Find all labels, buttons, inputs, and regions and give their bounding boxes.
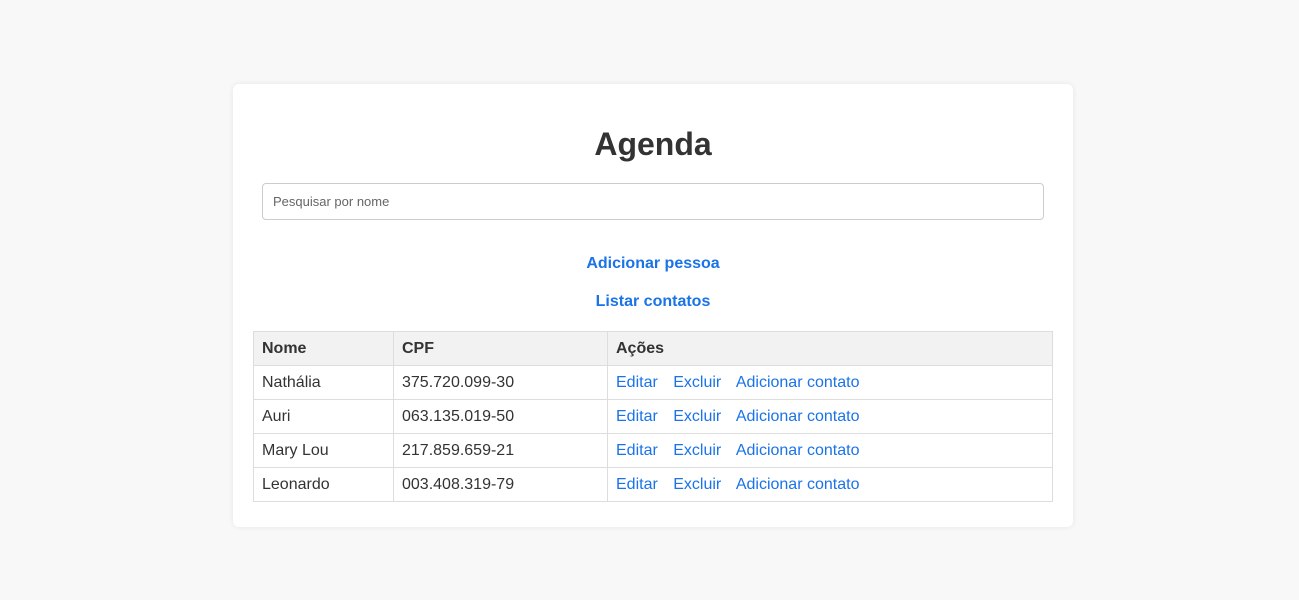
cell-actions: Editar Excluir Adicionar contato — [607, 467, 1053, 502]
people-table: Nome CPF Ações Nathália 375.720.099-30 E… — [253, 331, 1053, 502]
cell-actions: Editar Excluir Adicionar contato — [607, 365, 1053, 400]
cell-nome: Nathália — [253, 365, 394, 400]
search-input[interactable] — [262, 183, 1044, 220]
cell-actions: Editar Excluir Adicionar contato — [607, 399, 1053, 434]
cell-cpf: 063.135.019-50 — [393, 399, 608, 434]
add-person-link-wrapper: Adicionar pessoa — [233, 254, 1073, 274]
delete-link[interactable]: Excluir — [673, 408, 721, 425]
list-contacts-link[interactable]: Listar contatos — [596, 293, 711, 310]
add-contact-link[interactable]: Adicionar contato — [736, 408, 860, 425]
cell-nome: Leonardo — [253, 467, 394, 502]
header-acoes: Ações — [607, 331, 1053, 366]
table-row: Auri 063.135.019-50 Editar Excluir Adici… — [253, 399, 1053, 434]
cell-cpf: 375.720.099-30 — [393, 365, 608, 400]
table-row: Mary Lou 217.859.659-21 Editar Excluir A… — [253, 433, 1053, 468]
cell-actions: Editar Excluir Adicionar contato — [607, 433, 1053, 468]
delete-link[interactable]: Excluir — [673, 374, 721, 391]
cell-cpf: 217.859.659-21 — [393, 433, 608, 468]
delete-link[interactable]: Excluir — [673, 476, 721, 493]
page-title: Agenda — [594, 126, 712, 162]
add-contact-link[interactable]: Adicionar contato — [736, 374, 860, 391]
list-contacts-link-wrapper: Listar contatos — [233, 292, 1073, 312]
add-contact-link[interactable]: Adicionar contato — [736, 442, 860, 459]
cell-cpf: 003.408.319-79 — [393, 467, 608, 502]
add-contact-link[interactable]: Adicionar contato — [736, 476, 860, 493]
agenda-card: Agenda Adicionar pessoa Listar contatos … — [233, 84, 1073, 527]
header-cpf: CPF — [393, 331, 608, 366]
edit-link[interactable]: Editar — [616, 408, 658, 425]
edit-link[interactable]: Editar — [616, 374, 658, 391]
cell-nome: Mary Lou — [253, 433, 394, 468]
add-person-link[interactable]: Adicionar pessoa — [586, 255, 719, 272]
edit-link[interactable]: Editar — [616, 476, 658, 493]
edit-link[interactable]: Editar — [616, 442, 658, 459]
table-row: Nathália 375.720.099-30 Editar Excluir A… — [253, 365, 1053, 400]
table-header-row: Nome CPF Ações — [253, 331, 1053, 366]
delete-link[interactable]: Excluir — [673, 442, 721, 459]
table-row: Leonardo 003.408.319-79 Editar Excluir A… — [253, 467, 1053, 502]
header-nome: Nome — [253, 331, 394, 366]
cell-nome: Auri — [253, 399, 394, 434]
